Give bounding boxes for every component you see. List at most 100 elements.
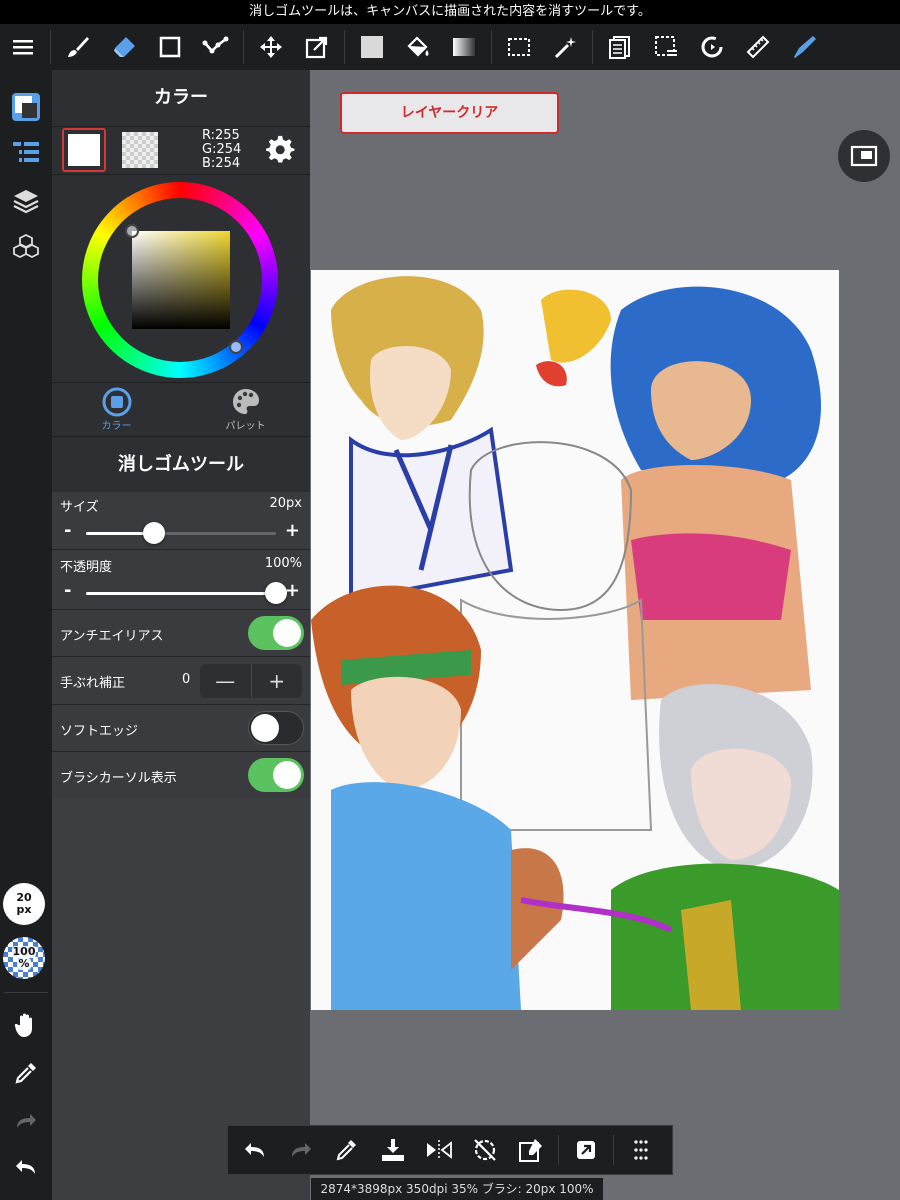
opacity-slider-fill [86,592,276,595]
size-slider[interactable] [86,522,276,544]
antialias-toggle[interactable] [248,616,304,650]
foreground-color-swatch[interactable] [62,128,106,172]
undo-icon[interactable] [232,1126,278,1174]
color-panel-title: カラー [52,70,310,126]
more-icon[interactable] [618,1126,664,1174]
fullscreen-icon[interactable] [838,130,890,182]
eraser-icon[interactable] [101,24,147,70]
size-increase-button[interactable]: + [285,520,300,541]
opacity-increase-button[interactable]: + [285,580,300,601]
materials-icon[interactable] [0,224,52,270]
redo-icon[interactable] [278,1126,324,1174]
stabilizer-stepper: — + [200,664,302,698]
tab-color-label: カラー [101,421,132,432]
save-icon[interactable] [370,1126,416,1174]
flip-icon[interactable] [416,1126,462,1174]
eraser-select-icon[interactable] [508,1126,554,1174]
toolbar-divider [592,30,593,64]
transform-icon[interactable] [294,24,340,70]
sv-picker-handle[interactable] [125,224,139,238]
toolbar-divider [491,30,492,64]
toolbar-divider [243,30,244,64]
select-mode-icon[interactable] [643,24,689,70]
app-root: 消しゴムツールは、キャンバスに描画された内容を消すツールです。 20 px 10… [0,0,900,1200]
color-swatch-row: R:255 G:254 B:254 [52,126,310,174]
fill-color-icon[interactable] [349,24,395,70]
bottom-action-bar [227,1125,673,1175]
stabilizer-value: 0 [182,672,191,687]
layer-list-icon[interactable] [0,130,52,176]
tab-color[interactable]: カラー [52,383,181,436]
opacity-slider[interactable] [86,582,287,604]
rail-divider [4,992,48,993]
rgb-r: R:255 [202,128,240,143]
side-panel: カラー R:255 G:254 B:254 カラー パレット 消しゴムツール サ… [52,70,310,1200]
copy-icon[interactable] [597,24,643,70]
gear-icon[interactable] [266,135,296,165]
size-slider-thumb[interactable] [143,522,166,544]
action-divider [558,1135,559,1165]
opacity-badge[interactable]: 100 % [3,937,45,979]
stabilizer-decrease-button[interactable]: — [200,664,251,698]
rgb-b: B:254 [202,156,241,171]
softedge-label: ソフトエッジ [60,724,139,739]
transparent-color-swatch[interactable] [122,132,158,168]
color-panel-icon[interactable] [0,84,52,130]
share-icon[interactable] [563,1126,609,1174]
toolbar-divider [50,30,51,64]
size-value: 20px [269,496,303,511]
stabilizer-label: 手ぶれ補正 [60,676,126,691]
softedge-toggle[interactable] [248,711,304,745]
redo-icon[interactable] [0,1098,52,1144]
color-tabs: カラー パレット [52,382,310,436]
palette-icon [232,389,259,414]
eyedropper-icon[interactable] [324,1126,370,1174]
size-decrease-button[interactable]: - [64,520,71,541]
brush-size-badge[interactable]: 20 px [3,883,45,925]
gradient-icon[interactable] [441,24,487,70]
opacity-row: 不透明度 100% - + [52,550,310,610]
hue-picker-handle[interactable] [229,340,243,354]
rotate-reset-icon[interactable] [462,1126,508,1174]
ruler-icon[interactable] [735,24,781,70]
undo-icon[interactable] [0,1144,52,1190]
saturation-value-square[interactable] [132,231,230,329]
eyedropper-icon[interactable] [0,1050,52,1096]
top-toolbar [0,24,900,70]
rgb-readout: R:255 G:254 B:254 [202,129,241,171]
menu-icon[interactable] [0,24,46,70]
layers-icon[interactable] [0,178,52,224]
tab-palette[interactable]: パレット [181,383,310,436]
brush-icon[interactable] [55,24,101,70]
tab-palette-label: パレット [225,421,266,432]
opacity-decrease-button[interactable]: - [64,580,71,601]
opacity-value-label: 100% [264,556,302,571]
opacity-label: 不透明度 [60,560,113,575]
selection-icon[interactable] [496,24,542,70]
drawing-canvas[interactable] [311,270,839,1010]
brush-cursor-toggle[interactable] [248,758,304,792]
rgb-g: G:254 [202,142,242,157]
magic-wand-icon[interactable] [542,24,588,70]
artwork-illustration [311,276,839,1010]
left-rail: 20 px 100 % [0,70,52,1200]
move-icon[interactable] [248,24,294,70]
polyline-icon[interactable] [193,24,239,70]
stabilizer-increase-button[interactable]: + [252,664,303,698]
rectangle-icon[interactable] [147,24,193,70]
hand-icon[interactable] [0,1002,52,1048]
opacity-unit: % [17,957,31,970]
tool-hint-bar: 消しゴムツールは、キャンバスに描画された内容を消すツールです。 [0,0,900,24]
pen-icon[interactable] [781,24,827,70]
color-wheel-area [52,174,310,382]
brush-cursor-row: ブラシカーソル表示 [52,752,310,800]
canvas-status-bar: 2874*3898px 350dpi 35% ブラシ: 20px 100% [311,1178,603,1200]
antialias-label: アンチエイリアス [60,629,164,644]
bucket-icon[interactable] [395,24,441,70]
rotate-icon[interactable] [689,24,735,70]
softedge-row: ソフトエッジ [52,705,310,752]
layer-clear-button[interactable]: レイヤークリア [340,92,559,134]
opacity-slider-thumb[interactable] [265,582,287,604]
toolbar-divider [344,30,345,64]
antialias-row: アンチエイリアス [52,610,310,657]
